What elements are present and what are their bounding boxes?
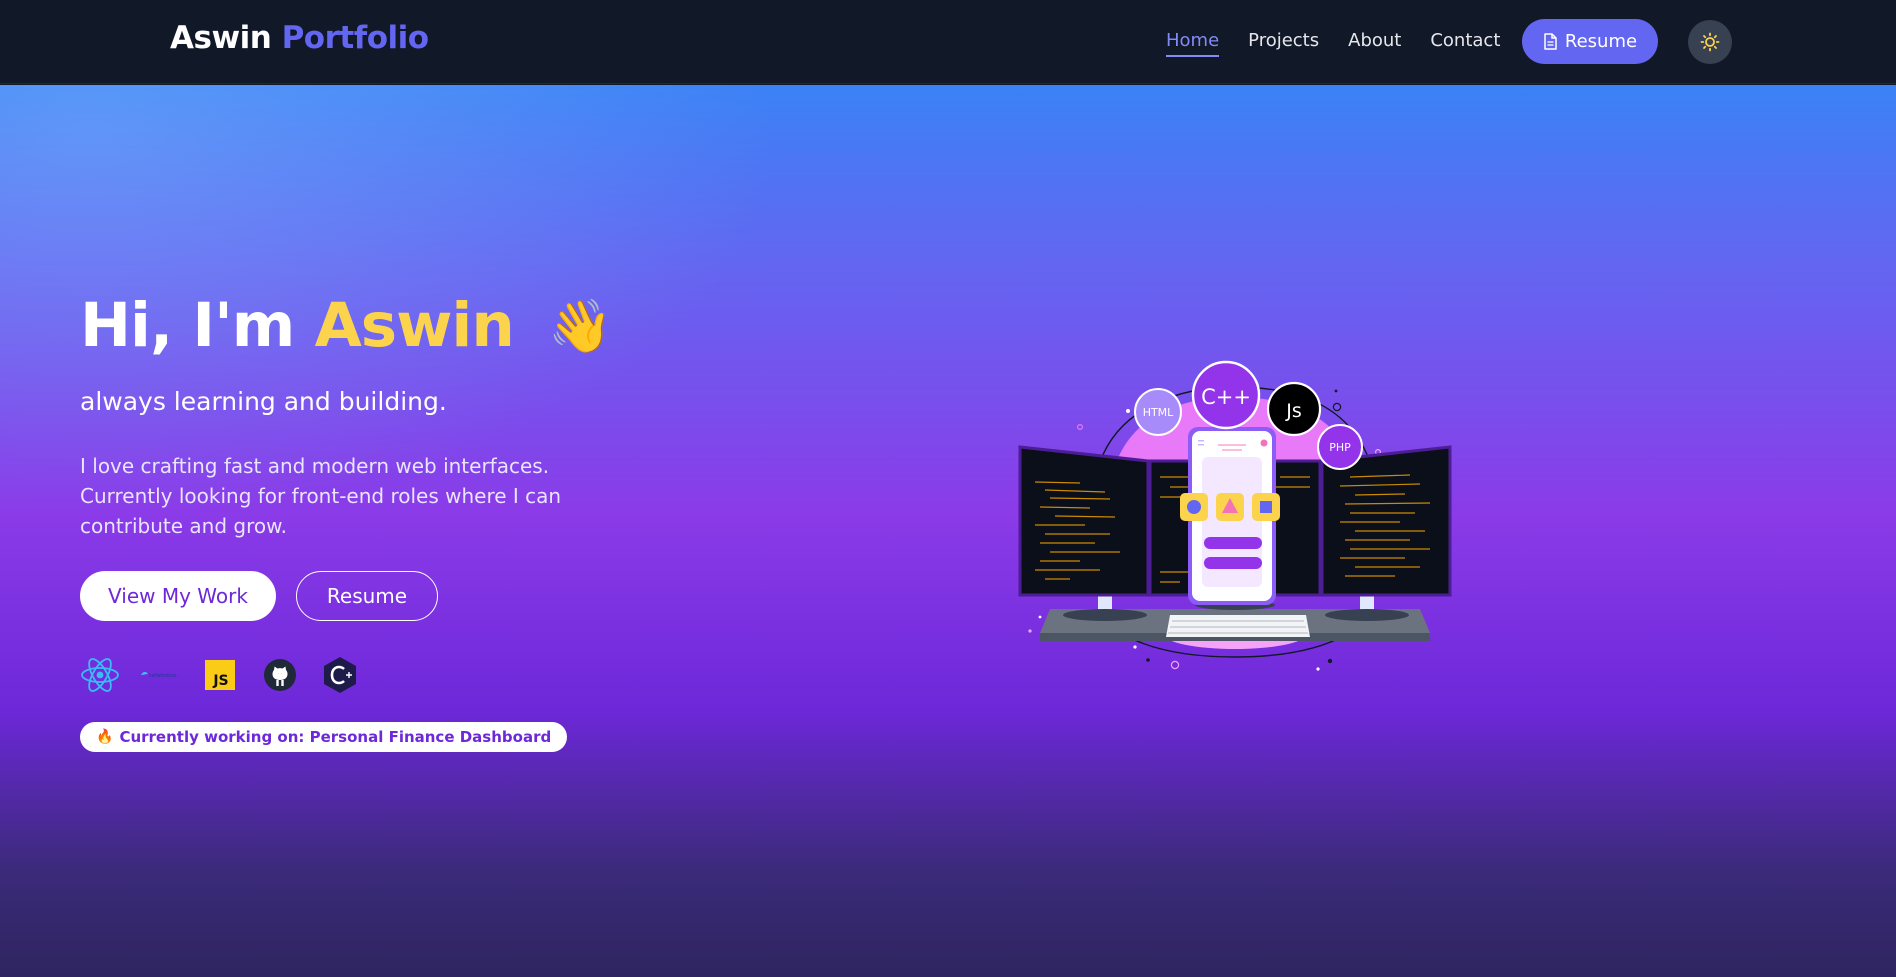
brand-first: Aswin <box>170 20 272 56</box>
cplusplus-badge-label: C++ <box>1201 385 1251 409</box>
hero-intro: I love crafting fast and modern web inte… <box>80 454 562 538</box>
theme-toggle-button[interactable] <box>1688 20 1732 64</box>
resume-button[interactable]: Resume <box>296 571 438 621</box>
sun-icon <box>1700 32 1720 52</box>
hero-headline: Hi, I'm Aswin 👋 <box>80 290 613 361</box>
brand-logo[interactable]: Aswin Portfolio <box>170 20 429 56</box>
brand-second: Portfolio <box>281 20 429 56</box>
navbar: Aswin Portfolio Home Projects About Cont… <box>0 0 1896 84</box>
javascript-text: JS <box>212 673 228 689</box>
status-badge: 🔥 Currently working on: Personal Finance… <box>80 722 568 752</box>
file-icon <box>1544 33 1557 50</box>
cplusplus-badge: C++ <box>1191 360 1261 430</box>
nav-contact[interactable]: Contact <box>1430 30 1500 51</box>
tech-stack-icons: tailwindcss JS <box>80 655 380 695</box>
view-my-work-button[interactable]: View My Work <box>80 571 276 621</box>
php-badge-label: PHP <box>1329 441 1351 454</box>
hero-greeting: Hi, I'm <box>80 290 295 361</box>
tailwind-text: tailwindcss <box>149 673 177 679</box>
developer-illustration: HTML C++ Js PHP <box>1018 360 1452 671</box>
js-badge-label: Js <box>1285 400 1302 422</box>
nav-home[interactable]: Home <box>1166 30 1220 57</box>
github-icon <box>260 655 300 695</box>
nav-links: Home Projects About Contact <box>1166 30 1529 57</box>
hero-section: Hi, I'm Aswin 👋 always learning and buil… <box>0 85 1896 977</box>
nav-resume-button[interactable]: Resume <box>1522 19 1658 64</box>
nav-projects[interactable]: Projects <box>1248 30 1319 51</box>
hero-tagline: always learning and building. <box>80 387 447 416</box>
js-badge: Js <box>1266 381 1322 437</box>
tailwind-icon: tailwindcss <box>140 655 180 695</box>
waving-hand-icon: 👋 <box>548 297 613 357</box>
hero-name: Aswin <box>314 290 515 361</box>
javascript-icon: JS <box>200 655 240 695</box>
html-badge: HTML <box>1134 388 1182 436</box>
php-badge: PHP <box>1317 424 1363 470</box>
cplusplus-icon <box>320 655 360 695</box>
nav-about[interactable]: About <box>1348 30 1401 51</box>
status-text: Currently working on: Personal Finance D… <box>119 728 552 746</box>
html-badge-label: HTML <box>1143 406 1174 419</box>
react-icon <box>80 655 120 695</box>
fire-icon: 🔥 <box>96 729 114 745</box>
nav-resume-label: Resume <box>1564 31 1638 52</box>
